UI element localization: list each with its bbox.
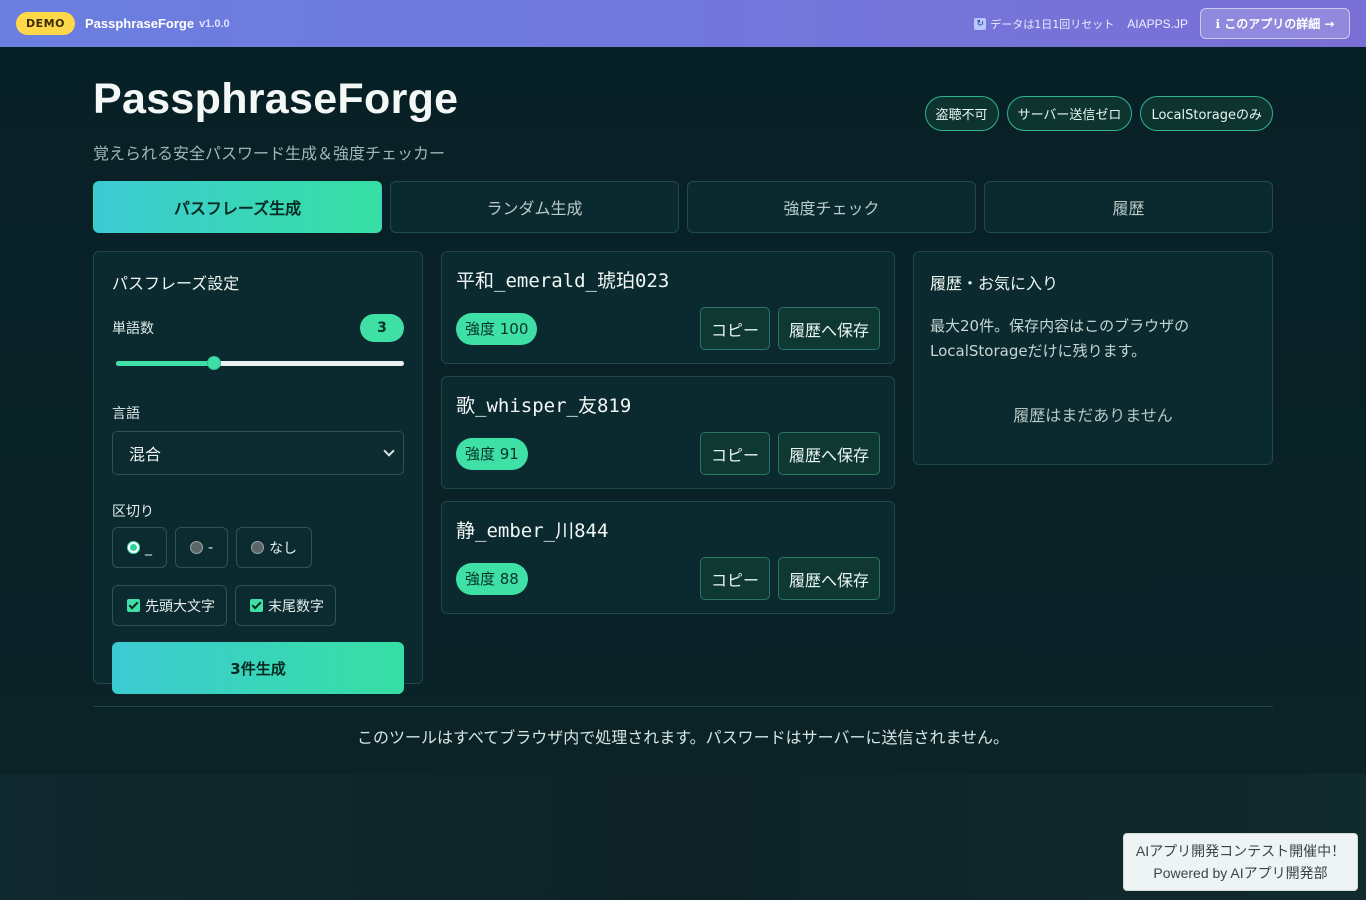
separator-underscore-label: _ xyxy=(145,539,152,556)
result-card-3: 静_ember_川844 強度 88 コピー 履歴へ保存 xyxy=(441,501,895,614)
history-panel: 履歴・お気に入り 最大20件。保存内容はこのブラウザのLocalStorageだ… xyxy=(913,251,1273,465)
contest-line-2: Powered by AIアプリ開発部 xyxy=(1153,865,1328,881)
save-to-history-button[interactable]: 履歴へ保存 xyxy=(777,432,880,475)
radio-icon[interactable] xyxy=(190,541,203,554)
separator-hyphen[interactable]: - xyxy=(175,527,229,568)
separator-none-label: なし xyxy=(269,540,298,557)
save-to-history-button[interactable]: 履歴へ保存 xyxy=(777,557,880,600)
result-card-1: 平和_emerald_琥珀023 強度 100 コピー 履歴へ保存 xyxy=(441,251,895,364)
word-count-label: 単語数 xyxy=(112,321,154,337)
tab-history[interactable]: 履歴 xyxy=(984,181,1273,233)
word-count-value: 3 xyxy=(360,314,404,342)
tab-passphrase[interactable]: パスフレーズ生成 xyxy=(93,181,382,233)
separator-underscore[interactable]: _ xyxy=(112,527,167,568)
page-subtitle: 覚えられる安全パスワード生成＆強度チェッカー xyxy=(93,144,446,163)
result-card-2: 歌_whisper_友819 強度 91 コピー 履歴へ保存 xyxy=(441,376,895,489)
settings-panel: パスフレーズ設定 単語数 3 言語 混合 区切り _ - なし 先頭大文字 末尾… xyxy=(93,251,423,694)
result-actions: コピー 履歴へ保存 xyxy=(699,307,880,350)
language-label: 言語 xyxy=(112,406,140,422)
copy-button[interactable]: コピー xyxy=(699,307,770,350)
topbar-right: ↻ データは1日1回リセット AIAPPS.JP ℹ このアプリの詳細 → xyxy=(974,8,1350,39)
history-title: 履歴・お気に入り xyxy=(930,274,1059,293)
passphrase-text: 静_ember_川844 xyxy=(456,520,609,542)
separator-none[interactable]: なし xyxy=(236,527,313,568)
app-name: PassphraseForge xyxy=(84,16,195,31)
trailing-digits-label: 末尾数字 xyxy=(268,598,324,615)
save-to-history-button[interactable]: 履歴へ保存 xyxy=(777,307,880,350)
feature-chips: 盗聴不可 サーバー送信ゼロ LocalStorageのみ xyxy=(924,96,1273,131)
history-empty-state: 履歴はまだありません xyxy=(1013,406,1173,425)
contest-line-1: AIアプリ開発コンテスト開催中！ xyxy=(1135,843,1346,859)
separator-label: 区切り xyxy=(112,504,154,520)
language-value: 混合 xyxy=(129,445,162,464)
footer-divider xyxy=(93,706,1273,707)
word-count-slider[interactable] xyxy=(112,356,404,370)
footer-note: このツールはすべてブラウザ内で処理されます。パスワードはサーバーに送信されません… xyxy=(356,728,1009,747)
strength-badge: 強度 91 xyxy=(456,437,528,470)
page-title: PassphraseForge xyxy=(93,75,459,123)
site-link[interactable]: AIAPPS.JP xyxy=(1127,17,1188,31)
word-count-row: 単語数 3 xyxy=(112,314,404,342)
contest-banner[interactable]: AIアプリ開発コンテスト開催中！ Powered by AIアプリ開発部 xyxy=(1123,833,1358,891)
checkbox-checked-icon[interactable] xyxy=(250,599,263,612)
tab-strength-check[interactable]: 強度チェック xyxy=(687,181,976,233)
demo-badge: DEMO xyxy=(16,12,75,35)
chip-localstorage: LocalStorageのみ xyxy=(1140,96,1273,131)
result-row: 強度 100 コピー 履歴へ保存 xyxy=(456,307,880,350)
checkbox-checked-icon[interactable] xyxy=(127,599,140,612)
radio-selected-icon[interactable] xyxy=(127,541,140,554)
chip-no-eavesdrop: 盗聴不可 xyxy=(924,96,999,131)
format-options: 先頭大文字 末尾数字 xyxy=(112,585,404,626)
tab-random[interactable]: ランダム生成 xyxy=(390,181,679,233)
top-bar: DEMO PassphraseForge v1.0.0 ↻ データは1日1回リセ… xyxy=(0,0,1366,47)
tab-bar: パスフレーズ生成 ランダム生成 強度チェック 履歴 xyxy=(93,181,1273,233)
result-row: 強度 88 コピー 履歴へ保存 xyxy=(456,557,880,600)
slider-fill xyxy=(116,361,214,366)
history-description: 最大20件。保存内容はこのブラウザのLocalStorageだけに残ります。 xyxy=(930,317,1190,360)
reset-note-text: データは1日1回リセット xyxy=(990,17,1115,31)
separator-hyphen-label: - xyxy=(208,539,214,556)
copy-button[interactable]: コピー xyxy=(699,557,770,600)
settings-title: パスフレーズ設定 xyxy=(112,274,240,293)
passphrase-text: 歌_whisper_友819 xyxy=(456,395,632,417)
result-row: 強度 91 コピー 履歴へ保存 xyxy=(456,432,880,475)
slider-thumb[interactable] xyxy=(206,356,221,370)
capitalize-option[interactable]: 先頭大文字 xyxy=(112,585,227,626)
reset-note: ↻ データは1日1回リセット xyxy=(974,16,1114,32)
generate-button[interactable]: 3件生成 xyxy=(112,642,404,694)
separator-options: _ - なし xyxy=(112,527,404,568)
strength-badge: 強度 88 xyxy=(456,562,528,595)
chip-no-server: サーバー送信ゼロ xyxy=(1006,96,1133,131)
strength-badge: 強度 100 xyxy=(456,312,538,345)
passphrase-text: 平和_emerald_琥珀023 xyxy=(456,270,670,292)
radio-icon[interactable] xyxy=(251,541,265,554)
app-version: v1.0.0 xyxy=(199,17,230,30)
trailing-digits-option[interactable]: 末尾数字 xyxy=(235,585,336,626)
language-select[interactable]: 混合 xyxy=(112,431,404,475)
copy-button[interactable]: コピー xyxy=(699,432,770,475)
result-actions: コピー 履歴へ保存 xyxy=(699,432,880,475)
app-details-button[interactable]: ℹ このアプリの詳細 → xyxy=(1200,8,1350,39)
capitalize-label: 先頭大文字 xyxy=(145,598,215,615)
refresh-icon: ↻ xyxy=(974,17,987,30)
result-actions: コピー 履歴へ保存 xyxy=(699,557,880,600)
chevron-down-icon xyxy=(383,445,395,457)
